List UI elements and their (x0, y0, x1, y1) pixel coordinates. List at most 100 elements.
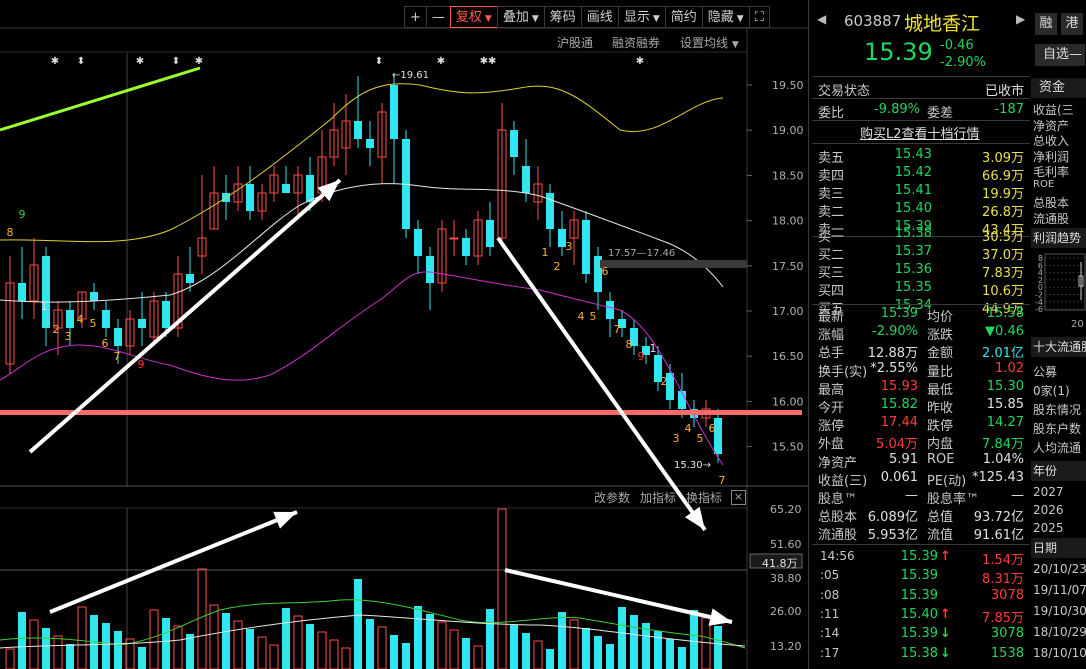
volume-bar (690, 610, 698, 669)
divider (812, 76, 1030, 77)
top-holders-header[interactable]: 十大流通股 (1031, 337, 1086, 357)
stat-value: *125.43 (972, 469, 1024, 485)
volume-bar (390, 635, 398, 669)
annotation-arrow-vol-up-head (273, 511, 297, 529)
margin-button[interactable]: 融 (1035, 13, 1057, 35)
profit-trend-header[interactable]: 利润趋势 (1031, 228, 1086, 248)
volume-bar (462, 638, 470, 669)
display-button[interactable]: 显示 ▼ (617, 6, 666, 28)
ask-price: 15.41 (894, 183, 932, 198)
high-price-label: ←19.61 (392, 70, 429, 81)
td-sequence-label: 3 (566, 240, 573, 253)
holder-info: 公募 (1033, 365, 1058, 379)
chevron-down-icon: ▼ (652, 14, 660, 24)
draw-line-button[interactable]: 画线 (580, 6, 619, 28)
date-item: 18/10/10 (1033, 646, 1086, 660)
volume-bar (66, 644, 74, 669)
stock-code: 603887 (844, 12, 902, 30)
bid-price: 15.36 (894, 262, 932, 277)
overlay-button[interactable]: 叠加 ▼ (496, 6, 545, 28)
zoom-out-button[interactable]: — (425, 6, 451, 28)
volume-bar (162, 618, 170, 669)
volume-bar (306, 624, 314, 669)
candle-body (42, 256, 50, 328)
divider (812, 143, 1030, 144)
price-change: -0.46 (940, 38, 974, 53)
stat-value: 5.953亿 (867, 528, 918, 544)
signal-marker-icon: ✱✱ (480, 56, 497, 67)
price-tick-label: 15.50 (772, 441, 804, 454)
stat-value: 15.58 (986, 306, 1024, 321)
add-watchlist-button[interactable]: 自选— (1035, 44, 1085, 66)
td-sequence-label: 6 (709, 422, 716, 435)
ask-label: 卖五 (818, 151, 845, 166)
ma-settings-link[interactable]: 设置均线 ▼ (680, 34, 739, 51)
chips-button[interactable]: 筹码 (543, 6, 582, 28)
ask-volume: 19.9万 (982, 187, 1024, 202)
volume-bar (42, 628, 50, 669)
l2-upgrade-link[interactable]: 购买L2查看十档行情 (860, 123, 980, 142)
divider (808, 0, 809, 669)
hk-connect-link[interactable]: 沪股通 (557, 34, 593, 51)
restore-rights-button[interactable]: 复权 ▼ (449, 6, 498, 28)
chart-toolbar: + — 复权 ▼ 叠加 ▼ 筹码 画线 显示 ▼ 简约 隐藏 ▼ ⛶ (404, 6, 770, 28)
price-band-label: 17.57—17.46 (608, 248, 675, 259)
candle-body (522, 166, 530, 193)
candle-body (390, 85, 398, 139)
hk-button[interactable]: 港 (1061, 13, 1083, 35)
tab-funds[interactable]: 资金 (1031, 78, 1086, 98)
ask-price: 15.43 (894, 147, 932, 162)
td-sequence-label: 7 (114, 350, 121, 363)
volume-bar (437, 621, 447, 669)
price-band-marker (600, 260, 747, 268)
next-stock-icon[interactable]: ▶ (1016, 12, 1025, 26)
stat-value: *2.55% (870, 360, 918, 376)
fullscreen-icon[interactable]: ⛶ (748, 6, 770, 28)
zoom-in-button[interactable]: + (404, 6, 427, 28)
tick-arrow-icon: ↑ (940, 606, 951, 622)
volume-bar (606, 644, 614, 669)
close-indicator-icon[interactable]: × (731, 490, 746, 505)
ma-settings-label: 设置均线 (680, 36, 729, 50)
stat-value: — (905, 488, 918, 503)
bid-label: 买三 (818, 266, 845, 281)
candle-body (114, 328, 122, 346)
candle-body (162, 301, 170, 328)
kline-chart-svg[interactable]: 19.50 19.00 18.50 18.00 17.50 17.00 16.50 16.00… (0, 0, 808, 669)
hide-label: 隐藏 (707, 10, 734, 25)
volume-bar (222, 613, 230, 669)
chevron-down-icon: ▼ (736, 14, 744, 24)
stat-label: 总值 (927, 510, 954, 526)
stock-name: 城地香江 (904, 13, 981, 35)
kline-chart-area[interactable]: 19.50 19.00 18.50 18.00 17.50 17.00 16.50 16.00… (0, 0, 808, 669)
tick-volume: 3078 (990, 626, 1024, 642)
volume-bar (233, 620, 243, 669)
simple-mode-button[interactable]: 简约 (664, 6, 703, 28)
stat-label: 流值 (927, 528, 954, 544)
add-indicator-link[interactable]: 加指标 (640, 489, 676, 506)
stat-label: 股息率™ (927, 492, 980, 507)
fundamental-label: 总收入 (1033, 134, 1070, 148)
stat-value: 0.061 (880, 469, 918, 485)
stat-value: 6.089亿 (867, 510, 918, 526)
prev-stock-icon[interactable]: ◀ (817, 12, 826, 26)
volume-bar (497, 508, 507, 669)
td-sequence-label: 8 (626, 338, 633, 351)
hide-button[interactable]: 隐藏 ▼ (701, 6, 750, 28)
td-sequence-label: 1 (542, 246, 549, 259)
switch-indicator-link[interactable]: 换指标 (686, 489, 722, 506)
volume-bar (282, 608, 290, 669)
volume-bar (642, 623, 650, 669)
edit-params-link[interactable]: 改参数 (594, 489, 630, 506)
volume-bar (18, 612, 26, 669)
stat-label: PE(动) (927, 473, 967, 489)
candle-body (102, 310, 110, 328)
candle-body (354, 121, 362, 139)
candle-body (678, 391, 686, 409)
date-item: 18/10/29 (1033, 625, 1086, 639)
td-sequence-label: 6 (602, 265, 609, 278)
vol-tick-label: 26.00 (770, 605, 802, 618)
td-sequence-label: 5 (90, 317, 97, 330)
td-sequence-label: 2 (554, 260, 561, 273)
margin-trading-link[interactable]: 融资融券 (612, 34, 660, 51)
